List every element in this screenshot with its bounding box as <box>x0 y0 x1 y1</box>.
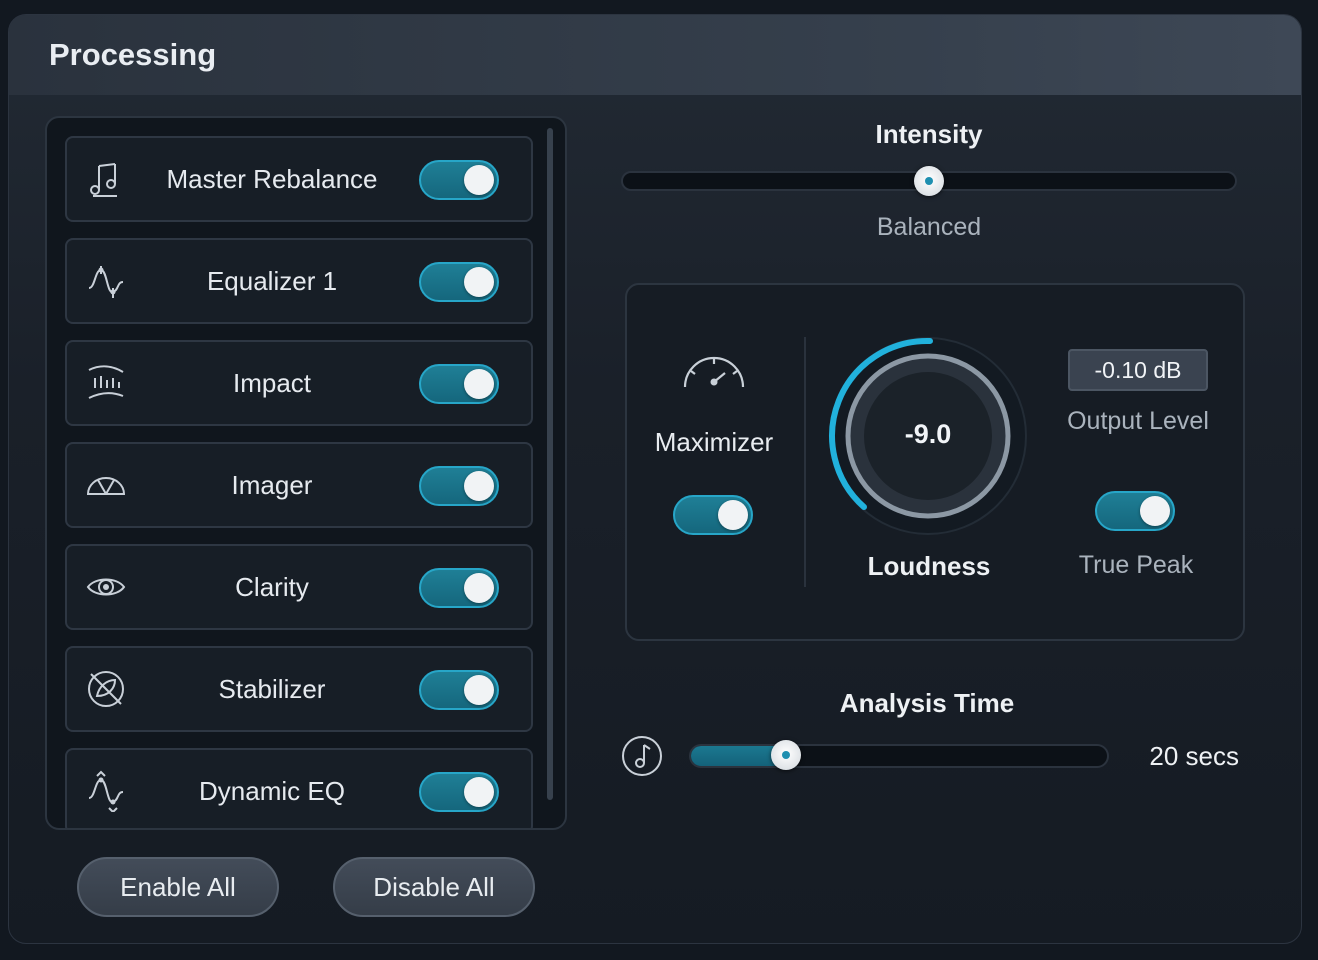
toggle-knob <box>464 675 494 705</box>
speedometer-icon <box>683 356 745 388</box>
intensity-value-label: Balanced <box>876 213 982 241</box>
intensity-title: Intensity <box>875 119 983 149</box>
module-impact[interactable]: Impact <box>65 340 533 426</box>
output-level-readout[interactable]: -0.10 dB <box>1068 349 1208 391</box>
enable-all-button[interactable]: Enable All <box>77 857 279 917</box>
maximizer-toggle[interactable] <box>673 495 753 535</box>
toggle-knob <box>464 369 494 399</box>
toggle-knob <box>1140 496 1170 526</box>
music-notes-icon <box>90 163 117 197</box>
module-label: Impact <box>232 368 312 398</box>
analysis-time-value: 20 secs <box>1149 741 1239 771</box>
output-level-label: Output Level <box>1067 407 1209 435</box>
true-peak-label: True Peak <box>1078 551 1194 579</box>
clarity-toggle[interactable] <box>419 568 499 608</box>
music-note-icon <box>622 736 662 776</box>
analysis-time-slider-track[interactable] <box>689 744 1109 768</box>
loudness-value: -9.0 <box>904 419 952 449</box>
module-label: Equalizer 1 <box>206 266 338 296</box>
module-stabilizer[interactable]: Stabilizer <box>65 646 533 732</box>
eq-curve-icon <box>88 266 124 298</box>
module-label: Imager <box>231 470 313 500</box>
imager-toggle[interactable] <box>419 466 499 506</box>
module-label: Stabilizer <box>218 674 326 704</box>
eye-icon <box>86 578 126 596</box>
stabilizer-icon <box>88 671 124 707</box>
module-equalizer-1[interactable]: Equalizer 1 <box>65 238 533 324</box>
maximizer-label: Maximizer <box>654 427 774 457</box>
impact-toggle[interactable] <box>419 364 499 404</box>
module-imager[interactable]: Imager <box>65 442 533 528</box>
panel-header: Processing <box>9 15 1301 95</box>
imager-icon <box>86 477 126 495</box>
toggle-knob <box>464 267 494 297</box>
module-list: Master Rebalance Equalizer 1 Impact Imag… <box>45 116 567 830</box>
toggle-knob <box>718 500 748 530</box>
module-master-rebalance[interactable]: Master Rebalance <box>65 136 533 222</box>
list-scrollbar[interactable] <box>547 128 553 800</box>
stabilizer-toggle[interactable] <box>419 670 499 710</box>
toggle-knob <box>464 471 494 501</box>
dynamic-eq-icon <box>88 770 124 812</box>
processing-panel: Processing Master Rebalance Equalizer 1 … <box>8 14 1302 944</box>
toggle-knob <box>464 777 494 807</box>
module-label: Dynamic EQ <box>199 776 345 806</box>
analysis-time-slider-thumb[interactable] <box>770 740 801 770</box>
module-clarity[interactable]: Clarity <box>65 544 533 630</box>
module-dynamic-eq[interactable]: Dynamic EQ <box>65 748 533 828</box>
panel-title: Processing <box>49 37 217 72</box>
equalizer-1-toggle[interactable] <box>419 262 499 302</box>
loudness-label: Loudness <box>867 551 991 581</box>
impact-icon <box>88 365 124 399</box>
true-peak-toggle[interactable] <box>1095 491 1175 531</box>
master-rebalance-toggle[interactable] <box>419 160 499 200</box>
module-label: Clarity <box>235 572 309 602</box>
intensity-slider-thumb[interactable] <box>914 166 944 196</box>
analysis-time-title: Analysis Time <box>839 688 1015 718</box>
disable-all-button[interactable]: Disable All <box>333 857 535 917</box>
module-label: Master Rebalance <box>166 164 378 194</box>
toggle-knob <box>464 573 494 603</box>
maximizer-divider <box>804 337 806 587</box>
toggle-knob <box>464 165 494 195</box>
dynamic-eq-toggle[interactable] <box>419 772 499 812</box>
